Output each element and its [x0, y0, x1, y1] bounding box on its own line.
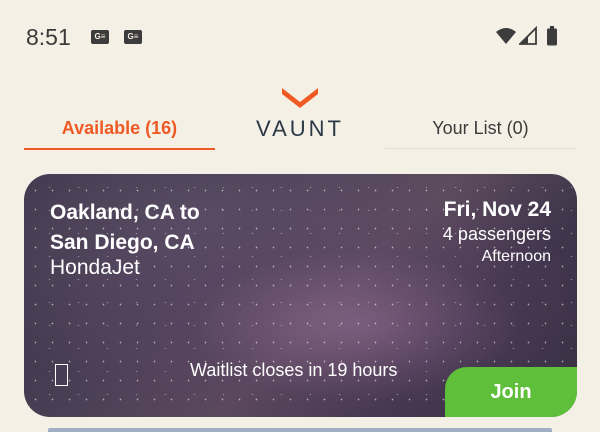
next-card-edge: [48, 428, 552, 432]
tab-your-list[interactable]: Your List (0): [385, 118, 576, 149]
flight-card[interactable]: Oakland, CA to San Diego, CA HondaJet Fr…: [24, 174, 577, 417]
route-destination: San Diego, CA: [50, 231, 195, 254]
status-bar: 8:51 G≡ G≡: [0, 0, 600, 76]
notification-icon-2: G≡: [124, 30, 142, 44]
cell-signal-icon: [519, 26, 537, 45]
waitlist-status: Waitlist closes in 19 hours: [190, 360, 398, 380]
time-of-day: Afternoon: [481, 248, 551, 265]
tab-available[interactable]: Available (16): [24, 118, 215, 150]
join-button[interactable]: Join: [445, 367, 577, 417]
flight-route: Oakland, CA to San Diego, CA: [50, 198, 200, 258]
logo-wordmark: VAUNT: [256, 116, 344, 141]
notification-icon-1: G≡: [91, 30, 109, 44]
wifi-icon: [496, 28, 516, 44]
route-origin: Oakland, CA to: [50, 201, 200, 224]
placeholder-icon: [55, 364, 68, 386]
battery-icon: [547, 26, 557, 46]
aircraft-name: HondaJet: [50, 256, 140, 279]
flight-date: Fri, Nov 24: [443, 198, 551, 221]
vaunt-chevron-icon: [282, 88, 318, 108]
status-time: 8:51: [26, 24, 71, 50]
passenger-count: 4 passengers: [442, 224, 551, 244]
vaunt-logo: VAUNT: [250, 86, 350, 141]
